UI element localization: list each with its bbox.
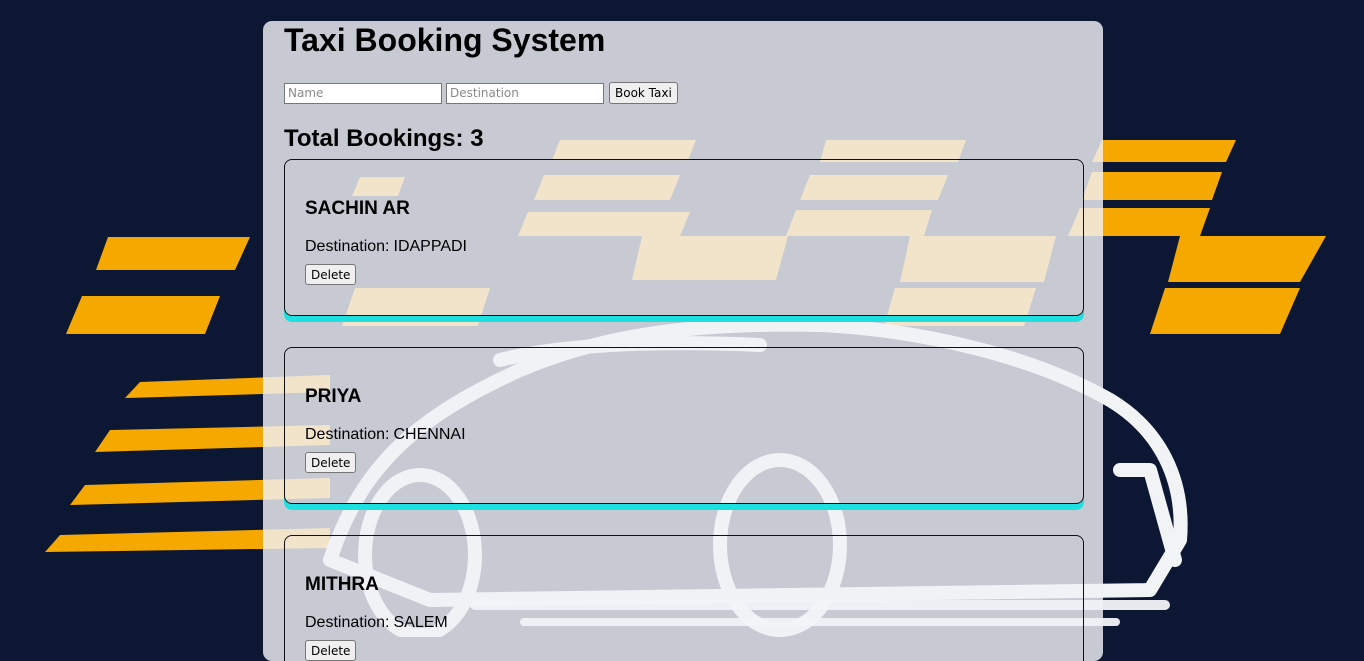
booking-card: SACHIN AR Destination: IDAPPADI Delete [284, 159, 1084, 316]
delete-button[interactable]: Delete [305, 452, 357, 473]
booking-card: PRIYA Destination: CHENNAI Delete [284, 347, 1084, 504]
bookings-list: SACHIN AR Destination: IDAPPADI Delete PR… [284, 159, 1084, 661]
destination-label: Destination: [305, 426, 390, 443]
destination-label: Destination: [305, 614, 390, 631]
page-title: Taxi Booking System [284, 22, 606, 58]
booking-destination: Destination: SALEM [305, 613, 1063, 633]
booking-name: PRIYA [305, 386, 362, 407]
booking-name: MITHRA [305, 574, 379, 595]
total-bookings-label: Total Bookings: [284, 125, 464, 152]
delete-button[interactable]: Delete [305, 640, 357, 661]
total-bookings-heading: Total Bookings: 3 [284, 125, 1083, 153]
total-bookings-count: 3 [470, 125, 484, 152]
destination-value: CHENNAI [393, 426, 466, 443]
booking-destination: Destination: CHENNAI [305, 425, 1063, 445]
delete-button[interactable]: Delete [305, 264, 357, 285]
booking-destination: Destination: IDAPPADI [305, 237, 1063, 257]
destination-label: Destination: [305, 238, 390, 255]
booking-form: Book Taxi [284, 82, 1083, 104]
booking-card: MITHRA Destination: SALEM Delete [284, 535, 1084, 661]
destination-input[interactable] [446, 82, 604, 104]
booking-name: SACHIN AR [305, 198, 410, 219]
name-input[interactable] [284, 82, 442, 104]
booking-panel: Taxi Booking System Book Taxi Total Book… [263, 21, 1103, 661]
book-taxi-button[interactable]: Book Taxi [609, 82, 678, 104]
destination-value: SALEM [393, 614, 448, 631]
destination-value: IDAPPADI [393, 238, 468, 255]
